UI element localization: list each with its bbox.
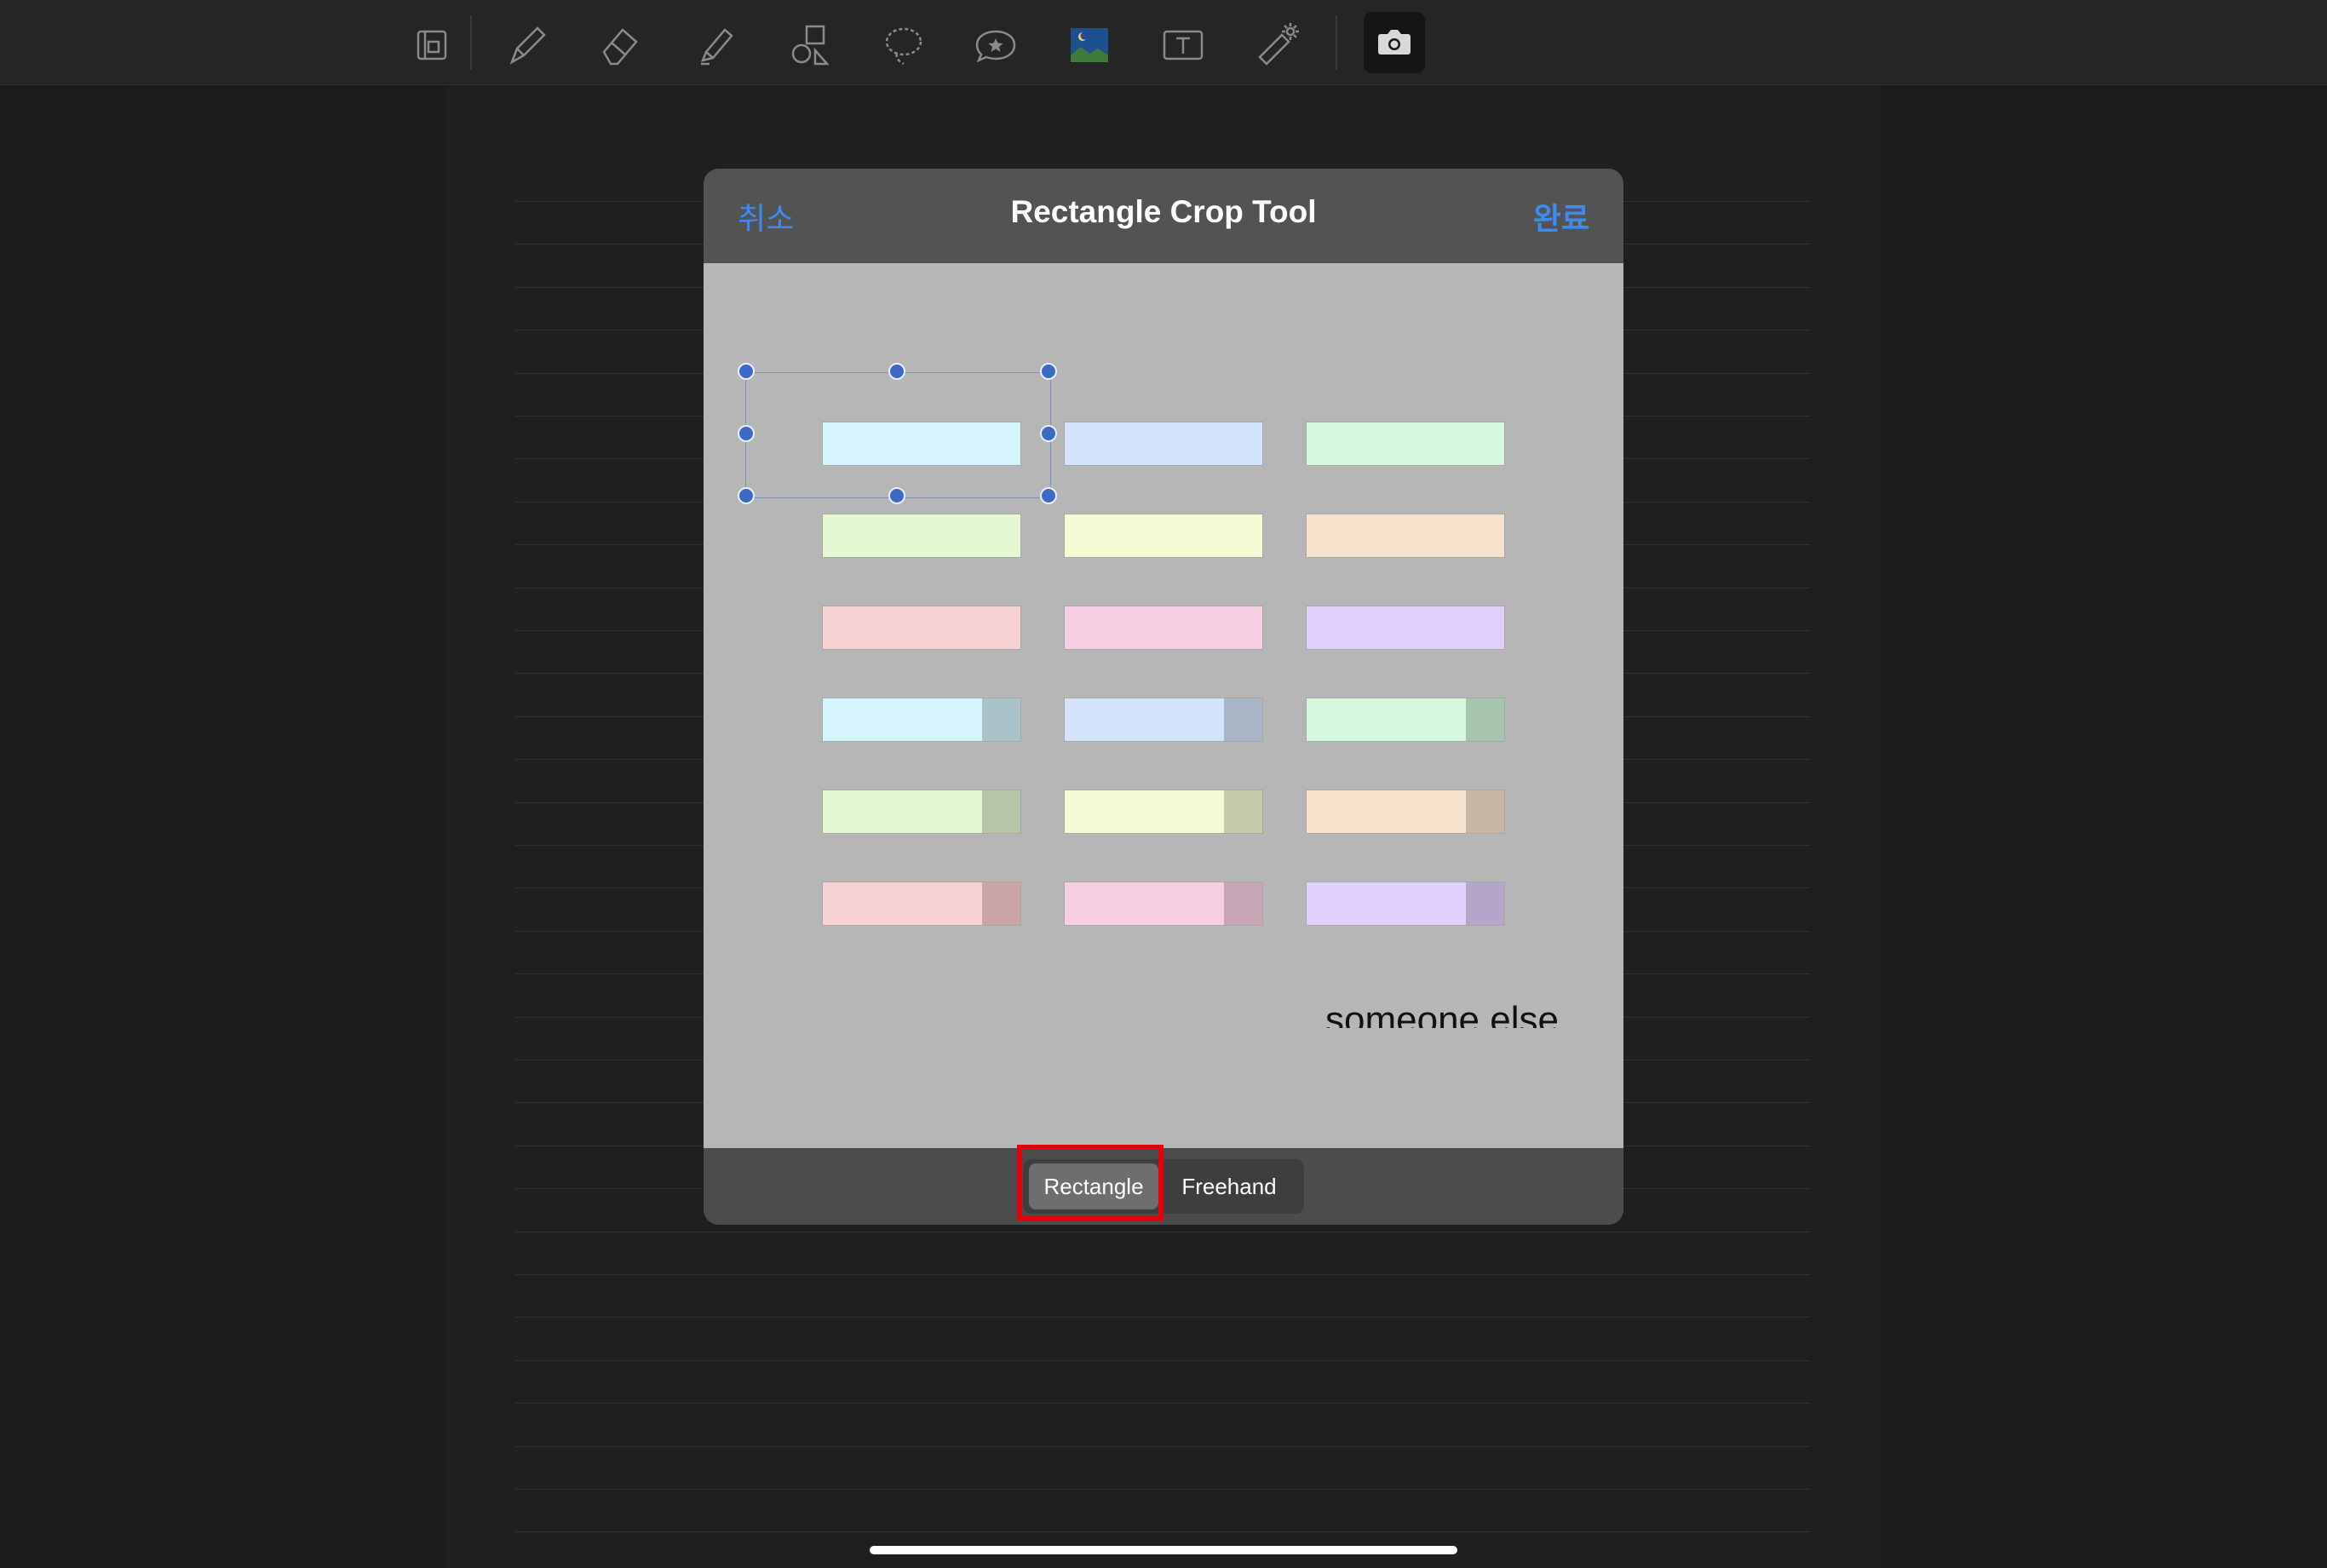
highlighter-icon[interactable] [687,15,746,75]
color-swatch [1306,790,1505,834]
ruled-line [515,1359,1810,1361]
toolbar-divider [1336,15,1337,70]
color-swatch [822,790,1021,834]
crop-handle[interactable] [738,363,755,380]
home-indicator[interactable] [870,1546,1457,1554]
ruled-line [515,1403,1810,1404]
page-layout-icon[interactable] [402,15,462,75]
swatch-tab [1224,790,1262,833]
lasso-icon[interactable] [874,15,934,75]
color-swatch [1064,422,1263,466]
text-box-icon[interactable] [1153,15,1213,75]
freehand-mode-button[interactable]: Freehand [1163,1163,1296,1209]
swatch-tab [982,698,1020,741]
top-toolbar [0,0,2327,85]
color-swatch [822,882,1021,926]
color-swatch [1306,698,1505,742]
camera-icon[interactable] [1364,12,1425,73]
ruled-line [515,1489,1810,1490]
swatch-tab [982,790,1020,833]
ruled-line [515,1445,1810,1447]
image-icon[interactable] [1060,15,1119,75]
crop-handle[interactable] [888,487,905,504]
crop-handle[interactable] [738,425,755,442]
swatch-tab [1466,790,1504,833]
color-swatch [1306,882,1505,926]
highlight-box [1017,1145,1164,1221]
crop-dialog: 취소 Rectangle Crop Tool 완료 someone else R… [704,169,1623,1225]
pen-icon[interactable] [497,15,557,75]
color-swatch [1064,790,1263,834]
swatch-tab [1224,698,1262,741]
crop-handle[interactable] [1040,363,1057,380]
ruled-line [515,1317,1810,1318]
crop-canvas[interactable]: someone else [704,263,1623,1148]
color-swatch [1064,514,1263,558]
laser-pointer-icon[interactable] [1247,15,1307,75]
color-swatch [1064,882,1263,926]
ruled-line [515,1531,1810,1533]
sticker-icon[interactable] [966,15,1026,75]
done-button[interactable]: 완료 [1533,194,1589,238]
toolbar-divider [470,15,472,70]
color-swatch [1064,606,1263,650]
eraser-icon[interactable] [591,15,651,75]
crop-handle[interactable] [888,363,905,380]
dialog-footer: Rectangle Freehand [704,1145,1623,1225]
crop-handle[interactable] [1040,425,1057,442]
crop-handle[interactable] [738,487,755,504]
swatch-tab [982,882,1020,925]
swatch-tab [1466,698,1504,741]
swatch-tab [1466,882,1504,925]
crop-selection[interactable] [745,372,1051,498]
color-swatch [822,698,1021,742]
swatch-tab [1224,882,1262,925]
dialog-header: 취소 Rectangle Crop Tool 완료 [704,169,1623,263]
crop-handle[interactable] [1040,487,1057,504]
preview-text: someone else [1325,999,1559,1028]
ruled-line [515,1274,1810,1275]
color-swatch [1064,698,1263,742]
shapes-icon[interactable] [780,15,840,75]
color-swatch [1306,422,1505,466]
dialog-title: Rectangle Crop Tool [1010,194,1317,229]
color-swatch [822,514,1021,558]
color-swatch [822,606,1021,650]
color-swatch [1306,514,1505,558]
color-swatch [1306,606,1505,650]
